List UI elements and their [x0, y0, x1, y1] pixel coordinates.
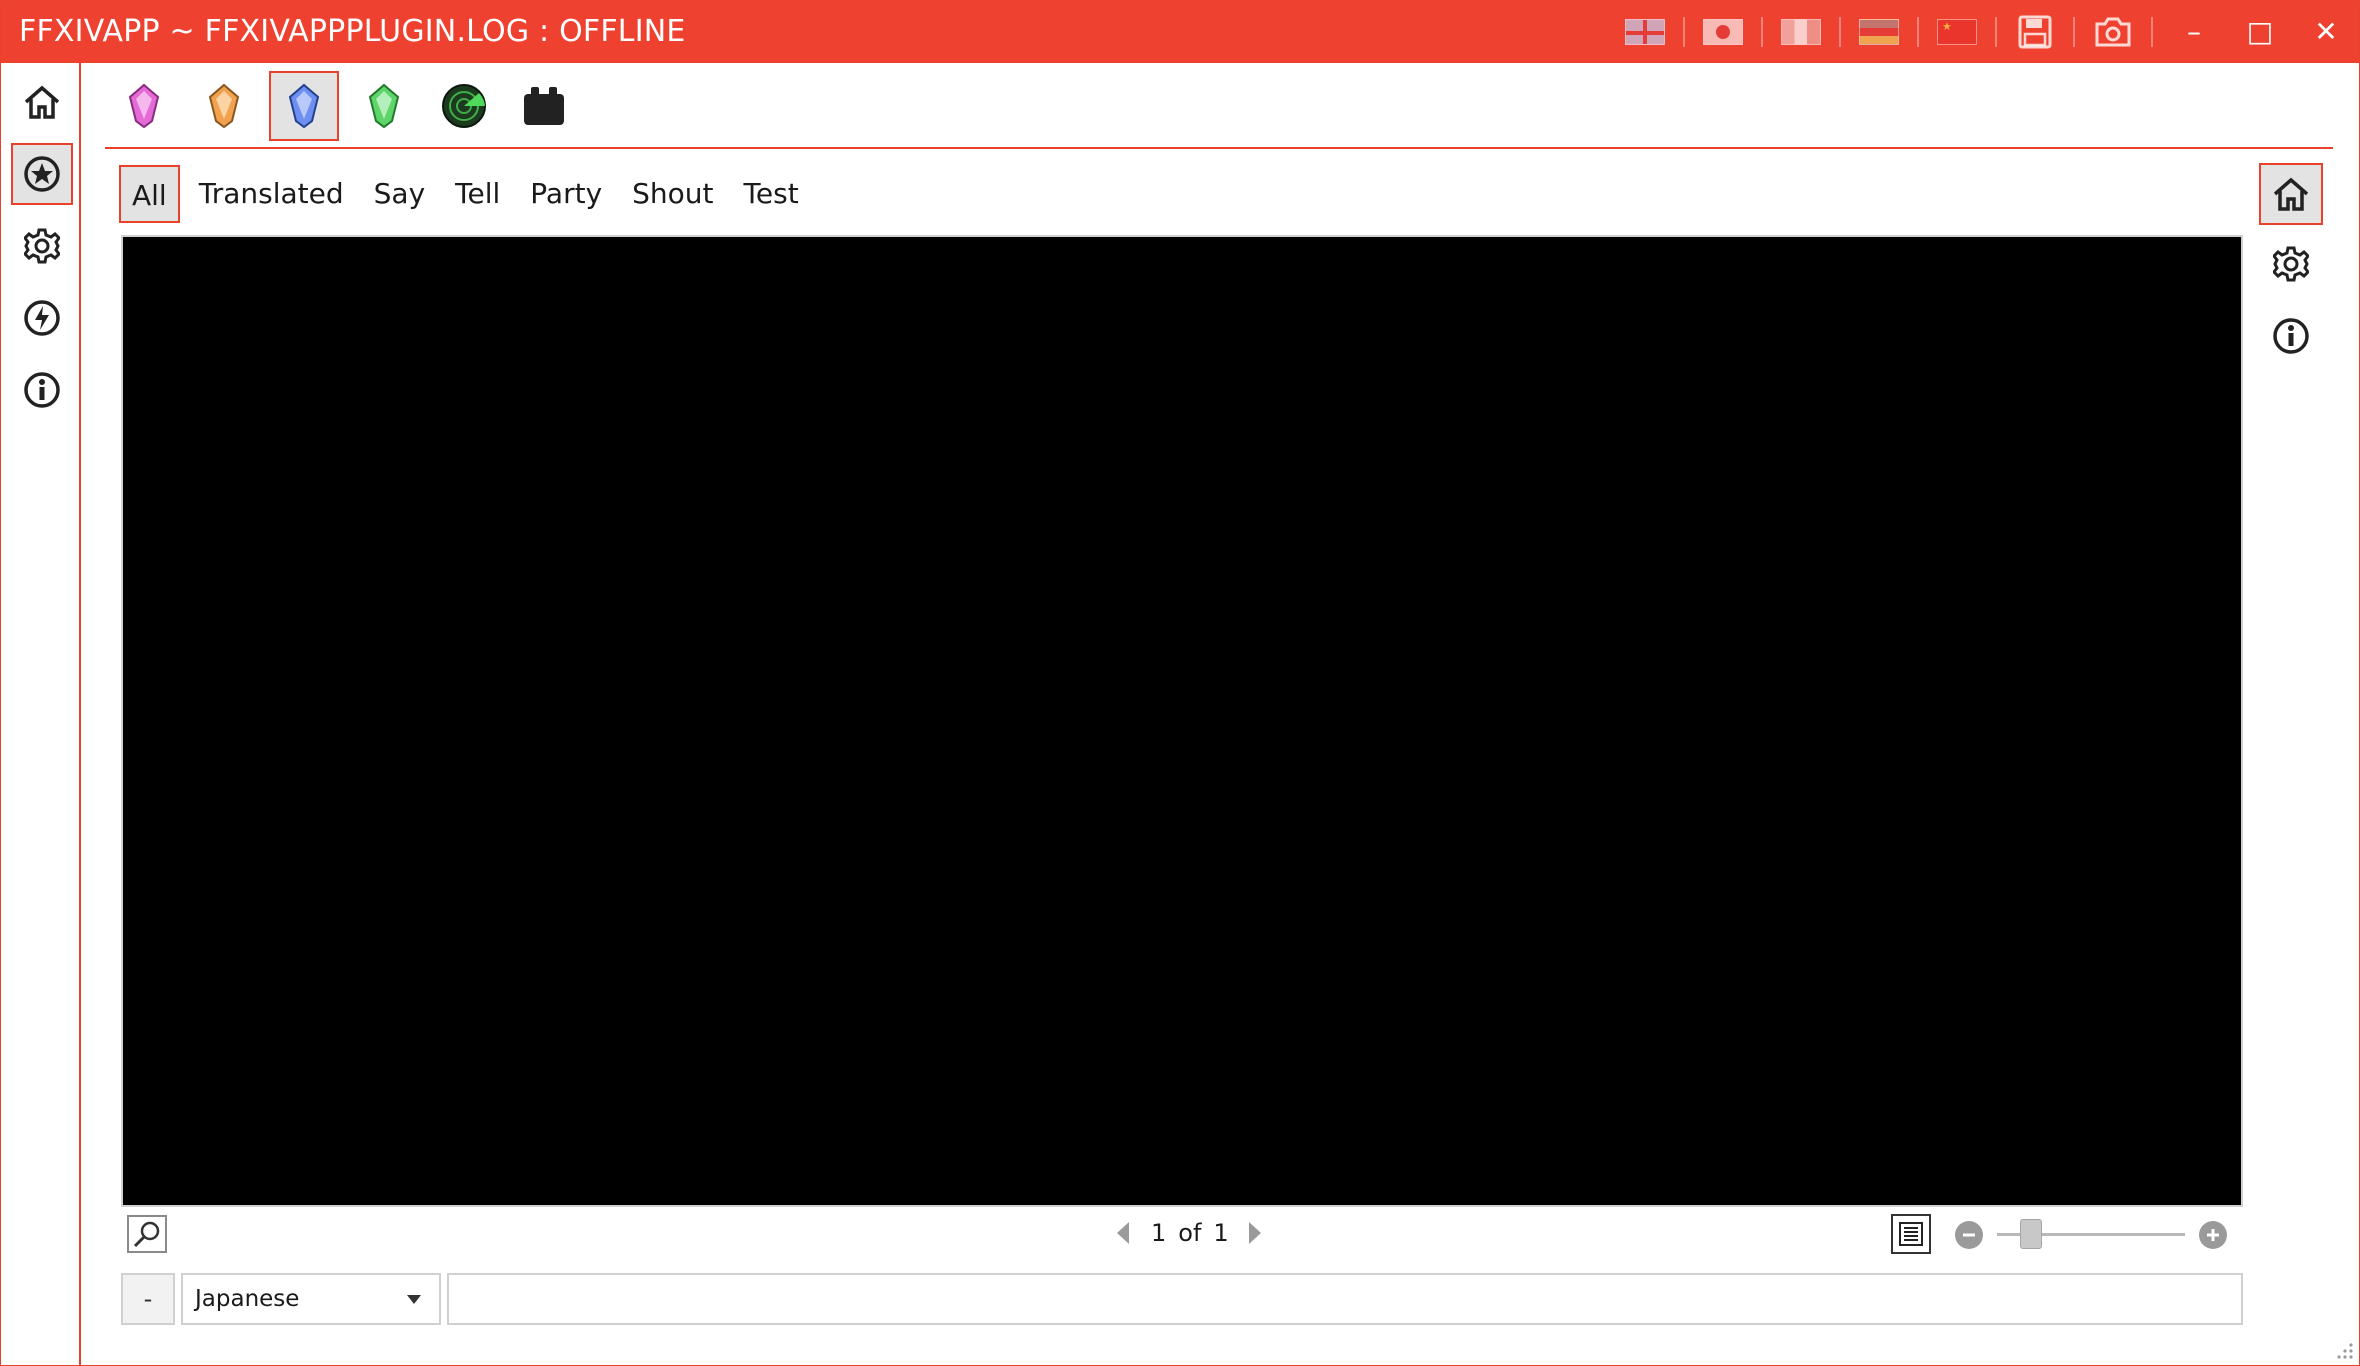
language-chinese-button[interactable] [1927, 1, 1987, 63]
plus-icon [2207, 1229, 2219, 1241]
update-icon [24, 300, 60, 336]
nav-home-button[interactable] [11, 71, 73, 133]
tab-translated[interactable]: Translated [188, 165, 355, 223]
plugin-radar-button[interactable] [429, 71, 499, 141]
separator [2073, 17, 2075, 47]
gear-icon [24, 228, 60, 264]
tab-test[interactable]: Test [733, 165, 810, 223]
prev-page-button[interactable] [1117, 1222, 1129, 1244]
plugin-info-button[interactable] [2259, 305, 2323, 367]
blue-crystal-icon [288, 83, 320, 129]
info-icon [2273, 318, 2309, 354]
left-nav [1, 63, 81, 1365]
plugin-home-button[interactable] [2259, 163, 2323, 225]
gear-icon [2273, 246, 2309, 282]
page-of-label: of [1178, 1219, 1202, 1247]
tab-party[interactable]: Party [519, 165, 613, 223]
flag-jp-icon [1703, 19, 1743, 45]
toggle-list-button[interactable] [1891, 1214, 1931, 1254]
collapse-button[interactable]: - [121, 1273, 175, 1325]
info-icon [24, 372, 60, 408]
home-icon [24, 85, 60, 119]
plugin-toolbar [105, 63, 2333, 149]
language-french-button[interactable] [1771, 1, 1831, 63]
zoom-in-button[interactable] [2199, 1221, 2227, 1249]
separator [1839, 17, 1841, 47]
language-select[interactable]: Japanese [181, 1273, 441, 1325]
close-button[interactable]: ✕ [2293, 1, 2359, 63]
zoom-slider-thumb[interactable] [2019, 1219, 2042, 1249]
plugin-calendar-button[interactable] [509, 71, 579, 141]
flag-cn-icon [1937, 19, 1977, 45]
plugin-green-button[interactable] [349, 71, 419, 141]
zoom-out-button[interactable] [1955, 1221, 1983, 1249]
tab-tell[interactable]: Tell [444, 165, 511, 223]
plugin-settings-button[interactable] [2259, 233, 2323, 295]
nav-info-button[interactable] [11, 359, 73, 421]
minimize-button[interactable]: – [2161, 1, 2227, 63]
next-page-button[interactable] [1248, 1222, 1261, 1244]
tab-shout[interactable]: Shout [621, 165, 724, 223]
flag-fr-icon [1781, 19, 1821, 45]
search-icon [133, 1221, 160, 1248]
tab-say[interactable]: Say [363, 165, 437, 223]
plugin-orange-button[interactable] [189, 71, 259, 141]
nav-update-button[interactable] [11, 287, 73, 349]
language-german-button[interactable] [1849, 1, 1909, 63]
separator [1761, 17, 1763, 47]
separator [1995, 17, 1997, 47]
language-select-value: Japanese [195, 1286, 300, 1312]
log-tabs: All Translated Say Tell Party Shout Test [119, 163, 818, 225]
maximize-button[interactable]: □ [2227, 1, 2293, 63]
pink-crystal-icon [128, 83, 160, 129]
calendar-icon [524, 87, 564, 125]
save-icon [2018, 15, 2052, 49]
list-icon [1899, 1222, 1923, 1246]
chat-log-view[interactable] [121, 235, 2243, 1207]
flag-en-icon [1625, 19, 1665, 45]
star-icon [24, 156, 60, 192]
tab-all[interactable]: All [119, 165, 180, 223]
nav-plugins-button[interactable] [11, 143, 73, 205]
minus-icon [1963, 1233, 1975, 1237]
radar-icon [442, 84, 486, 128]
camera-icon [2095, 17, 2131, 47]
resize-grip-icon[interactable] [2331, 1337, 2355, 1361]
app-window: FFXIVAPP ~ FFXIVAPPPLUGIN.LOG : OFFLINE [0, 0, 2360, 1366]
separator [1917, 17, 1919, 47]
flag-de-icon [1859, 19, 1899, 45]
pager: 1 of 1 [1117, 1213, 1261, 1253]
plugin-pink-button[interactable] [109, 71, 179, 141]
nav-settings-button[interactable] [11, 215, 73, 277]
window-title: FFXIVAPP ~ FFXIVAPPPLUGIN.LOG : OFFLINE [19, 14, 686, 49]
language-japanese-button[interactable] [1693, 1, 1753, 63]
search-button[interactable] [127, 1215, 167, 1253]
separator [2151, 17, 2153, 47]
chat-message-input[interactable] [447, 1273, 2243, 1325]
chevron-down-icon [407, 1295, 421, 1304]
page-total: 1 [1213, 1219, 1229, 1247]
plugin-blue-button[interactable] [269, 71, 339, 141]
green-crystal-icon [368, 83, 400, 129]
separator [1683, 17, 1685, 47]
title-bar-icons: – □ ✕ [1615, 1, 2359, 63]
home-icon [2273, 177, 2309, 211]
orange-crystal-icon [208, 83, 240, 129]
title-bar[interactable]: FFXIVAPP ~ FFXIVAPPPLUGIN.LOG : OFFLINE [1, 1, 2359, 63]
save-button[interactable] [2005, 1, 2065, 63]
language-english-button[interactable] [1615, 1, 1675, 63]
screenshot-button[interactable] [2083, 1, 2143, 63]
page-current: 1 [1151, 1219, 1167, 1247]
